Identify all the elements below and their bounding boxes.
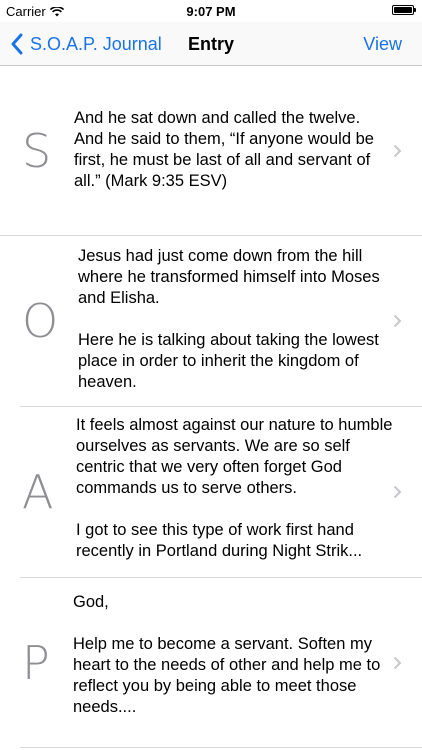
entry-row-prayer[interactable]: P God, Help me to become a servant. Soft…: [20, 578, 422, 748]
status-bar: Carrier 9:07 PM: [0, 0, 422, 22]
chevron-right-icon: [393, 314, 402, 328]
entry-text: Jesus had just come down from the hill w…: [78, 247, 380, 391]
entry-text: God, Help me to become a servant. Soften…: [73, 593, 381, 716]
chevron-left-icon: [11, 33, 23, 55]
entry-row-observation[interactable]: O Jesus had just come down from the hill…: [20, 236, 422, 407]
entry-text: And he sat down and called the twelve. A…: [74, 109, 379, 190]
entry-letter: O: [22, 294, 59, 348]
clock: 9:07 PM: [186, 4, 236, 19]
chevron-right-icon: [393, 144, 402, 157]
chevron-right-icon: [393, 656, 402, 669]
entry-row-application[interactable]: A It feels almost against our nature to …: [20, 407, 422, 578]
back-button[interactable]: S.O.A.P. Journal: [10, 22, 162, 66]
chevron-right-icon: [393, 485, 402, 499]
battery-icon: [392, 5, 416, 15]
back-button-label: S.O.A.P. Journal: [30, 33, 162, 54]
entry-text: It feels almost against our nature to hu…: [76, 416, 393, 560]
entry-letter: S: [22, 123, 52, 178]
entry-row-scripture[interactable]: S And he sat down and called the twelve.…: [0, 66, 422, 236]
entry-letter: A: [22, 465, 54, 519]
soap-entry-list: S And he sat down and called the twelve.…: [0, 66, 422, 748]
view-button[interactable]: View: [363, 22, 402, 66]
navigation-bar: S.O.A.P. Journal Entry View: [0, 22, 422, 66]
entry-letter: P: [22, 635, 50, 690]
